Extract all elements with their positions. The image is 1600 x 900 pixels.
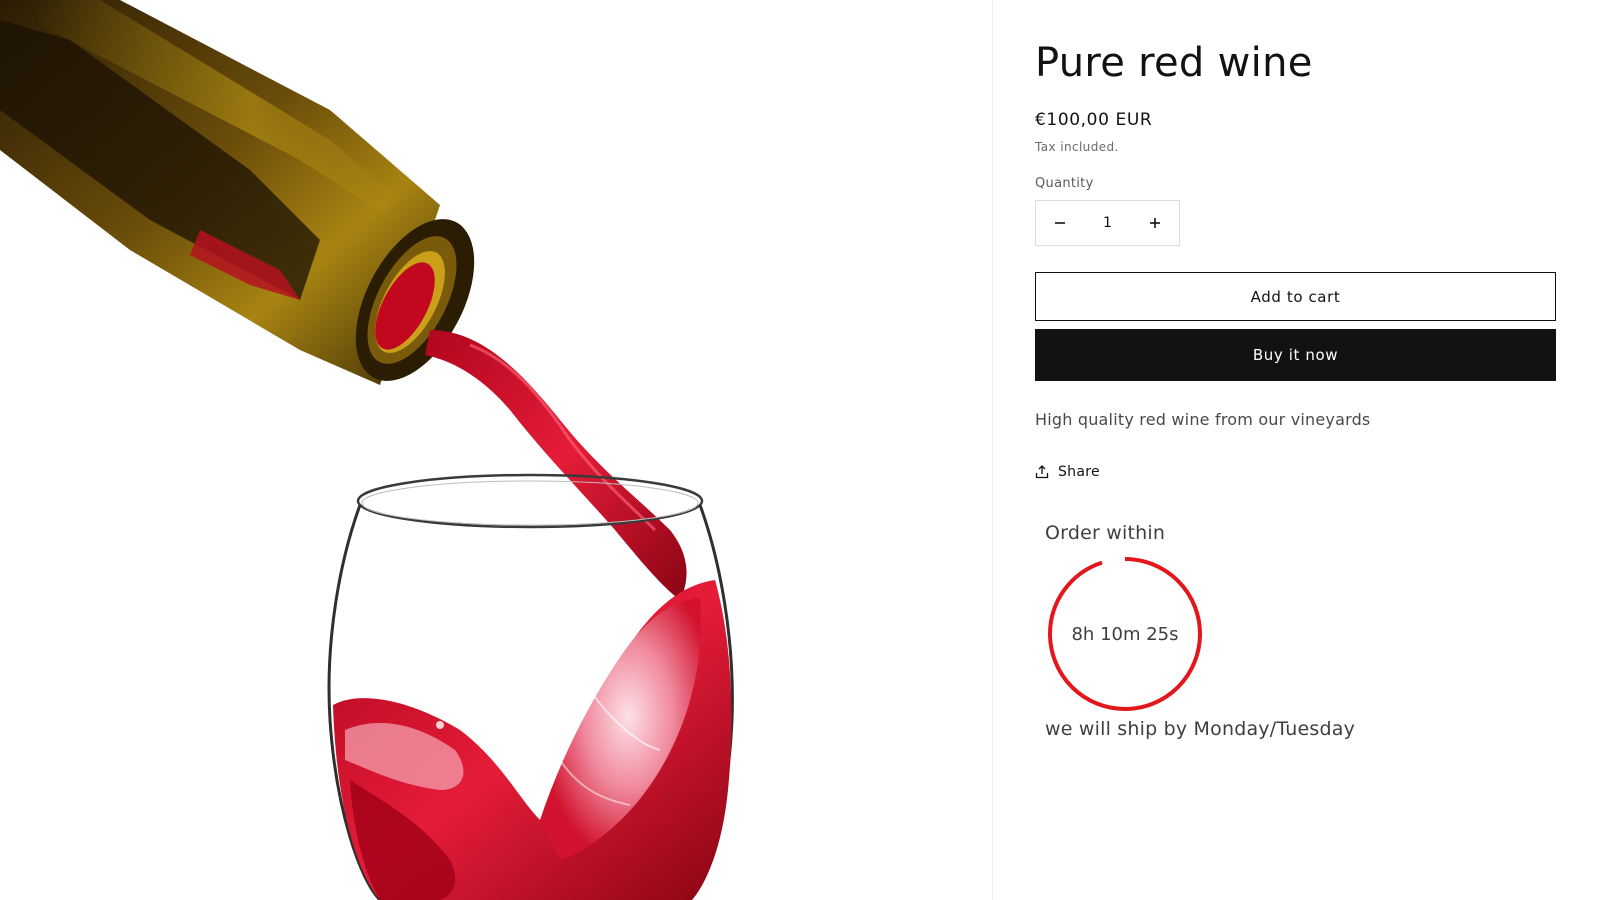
quantity-decrease-button[interactable] bbox=[1036, 201, 1084, 245]
product-price: €100,00 EUR bbox=[1035, 110, 1153, 130]
shipping-note: we will ship by Monday/Tuesday bbox=[1045, 718, 1356, 740]
add-to-cart-button[interactable]: Add to cart bbox=[1035, 272, 1556, 321]
share-button[interactable]: Share bbox=[1035, 464, 1100, 480]
countdown-heading: Order within bbox=[1045, 522, 1166, 544]
quantity-increase-button[interactable] bbox=[1131, 201, 1179, 245]
quantity-label: Quantity bbox=[1035, 176, 1094, 191]
share-label: Share bbox=[1058, 464, 1100, 480]
quantity-stepper bbox=[1035, 200, 1180, 246]
product-description: High quality red wine from our vineyards bbox=[1035, 410, 1371, 429]
wine-pour-photo bbox=[0, 0, 734, 900]
minus-icon bbox=[1055, 222, 1065, 224]
countdown-time: 8h 10m 25s bbox=[1071, 623, 1179, 645]
product-image[interactable] bbox=[0, 0, 992, 900]
share-upload-icon bbox=[1035, 465, 1049, 479]
product-page: Pure red wine €100,00 EUR Tax included. … bbox=[0, 0, 1600, 900]
quantity-input[interactable] bbox=[1084, 201, 1131, 245]
product-title: Pure red wine bbox=[1035, 40, 1313, 86]
plus-icon bbox=[1150, 218, 1160, 228]
buy-it-now-button[interactable]: Buy it now bbox=[1035, 329, 1556, 381]
tax-note: Tax included. bbox=[1035, 140, 1119, 154]
section-divider bbox=[992, 0, 993, 900]
